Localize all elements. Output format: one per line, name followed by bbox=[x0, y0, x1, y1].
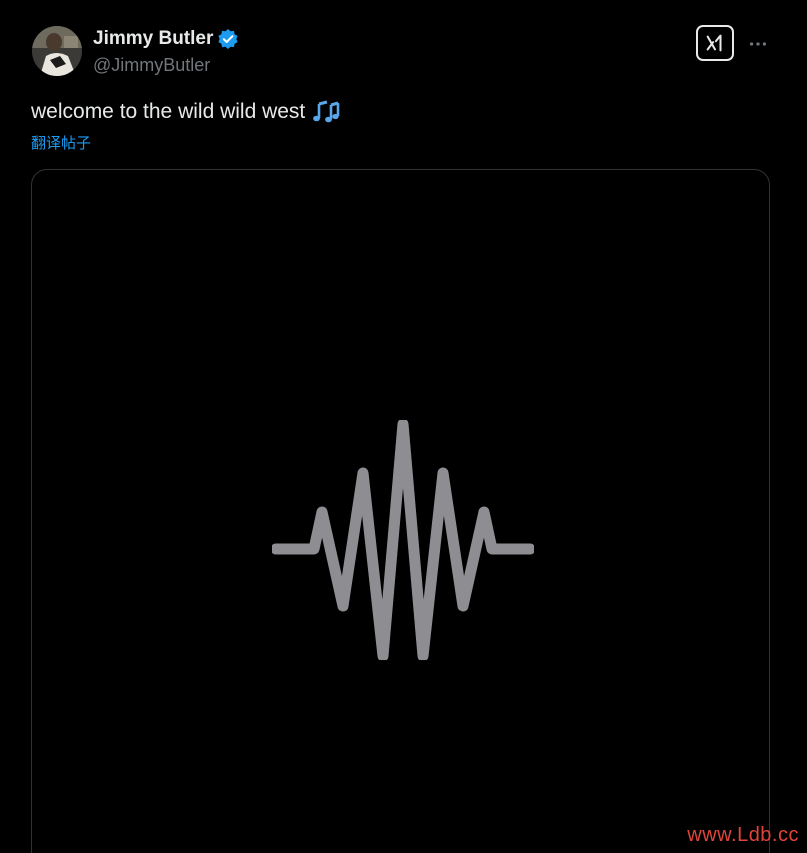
author-name-row[interactable]: Jimmy Butler bbox=[93, 28, 239, 50]
avatar-photo-icon bbox=[32, 26, 82, 76]
grok-button[interactable] bbox=[696, 25, 734, 61]
audio-media-card[interactable] bbox=[31, 169, 770, 853]
author-handle[interactable]: @JimmyButler bbox=[93, 54, 210, 76]
grok-icon bbox=[706, 34, 722, 52]
more-horizontal-icon bbox=[749, 42, 767, 46]
tweet-page: Jimmy Butler @JimmyButler welcome to the… bbox=[0, 0, 807, 853]
tweet-body: welcome to the wild wild west bbox=[31, 100, 306, 123]
clipped-header-text bbox=[90, 0, 310, 18]
author-display-name[interactable]: Jimmy Butler bbox=[93, 28, 213, 50]
avatar[interactable] bbox=[32, 26, 82, 76]
translate-post-link[interactable]: 翻译帖子 bbox=[31, 133, 91, 153]
musical-notes-icon bbox=[311, 99, 341, 125]
site-watermark: www.Ldb.cc bbox=[687, 824, 799, 846]
tweet-text: welcome to the wild wild west bbox=[31, 98, 341, 126]
audio-waveform-icon bbox=[272, 420, 534, 660]
verified-badge-icon[interactable] bbox=[217, 28, 239, 50]
more-options-button[interactable] bbox=[744, 30, 772, 58]
